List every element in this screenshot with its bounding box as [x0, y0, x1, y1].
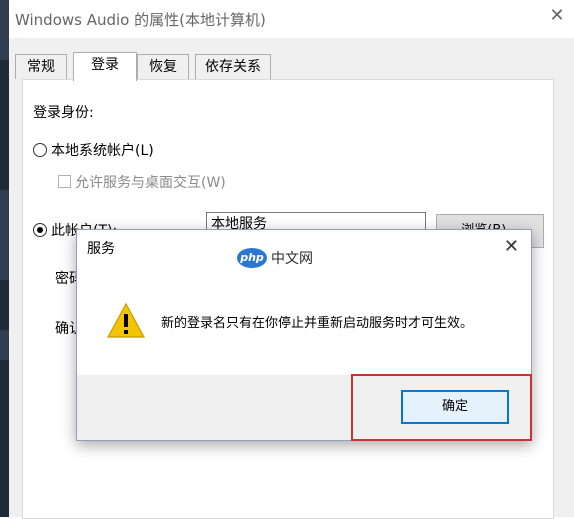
title-bar: Windows Audio 的属性(本地计算机) ✕ — [9, 0, 574, 38]
allow-desktop-checkbox[interactable] — [58, 175, 71, 188]
watermark-text: 中文网 — [271, 251, 313, 267]
dialog-message: 新的登录名只有在你停止并重新启动服务时才可生效。 — [161, 316, 474, 331]
background-window-strip — [0, 0, 9, 517]
this-account-radio[interactable] — [33, 223, 47, 237]
highlight-annotation — [351, 374, 532, 441]
warning-icon — [107, 302, 145, 338]
close-icon[interactable]: ✕ — [546, 5, 568, 27]
tab-logon[interactable]: 登录 — [73, 52, 137, 81]
dialog-title: 服务 — [87, 241, 115, 257]
tab-recovery[interactable]: 恢复 — [137, 54, 189, 79]
local-system-label: 本地系统帐户(L) — [51, 143, 154, 159]
close-icon[interactable]: ✕ — [504, 236, 519, 257]
watermark-logo: php 中文网 — [237, 246, 313, 270]
window-title: Windows Audio 的属性(本地计算机) — [15, 11, 266, 29]
tab-general[interactable]: 常规 — [15, 54, 67, 79]
allow-desktop-label: 允许服务与桌面交互(W) — [75, 175, 226, 191]
tab-dependencies[interactable]: 依存关系 — [195, 54, 271, 79]
logon-as-label: 登录身份: — [33, 105, 94, 121]
local-system-radio[interactable] — [33, 143, 47, 157]
php-logo-icon: php — [237, 248, 267, 268]
